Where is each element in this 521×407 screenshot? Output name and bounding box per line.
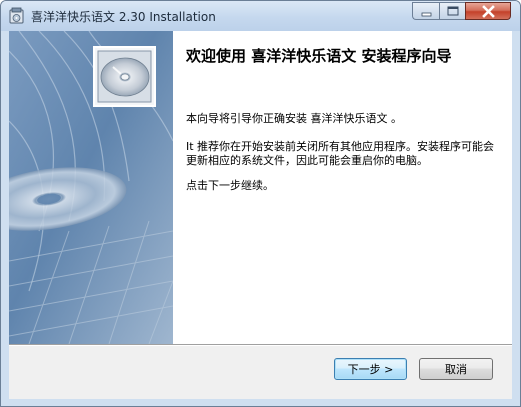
continue-instruction: 点击下一步继续。: [186, 179, 274, 192]
welcome-heading: 欢迎使用 喜洋洋快乐语文 安装程序向导: [186, 47, 452, 65]
minimize-button[interactable]: [412, 2, 439, 20]
cancel-button[interactable]: 取消: [419, 358, 493, 380]
minimize-icon: [421, 12, 432, 17]
dialog-client-area: 欢迎使用 喜洋洋快乐语文 安装程序向导 本向导将引导你正确安装 喜洋洋快乐语文 …: [9, 31, 512, 399]
close-icon: [482, 5, 495, 18]
next-button[interactable]: 下一步 >: [334, 358, 407, 380]
welcome-panel: 欢迎使用 喜洋洋快乐语文 安装程序向导 本向导将引导你正确安装 喜洋洋快乐语文 …: [173, 31, 512, 344]
title-bar[interactable]: 喜洋洋快乐语文 2.30 Installation: [1, 1, 520, 31]
window-title: 喜洋洋快乐语文 2.30 Installation: [31, 10, 216, 24]
maximize-icon: [447, 6, 459, 16]
sidebar-banner-image: [9, 31, 173, 344]
separator-line: [9, 344, 512, 346]
installer-icon: [9, 7, 24, 24]
cd-disc-icon: [100, 57, 150, 97]
intro-text: 本向导将引导你正确安装 喜洋洋快乐语文 。: [186, 112, 402, 125]
close-apps-notice: It 推荐你在开始安装前关闭所有其他应用程序。安装程序可能会更新相应的系统文件，…: [186, 140, 495, 167]
close-button[interactable]: [465, 2, 511, 20]
maximize-button[interactable]: [439, 2, 465, 20]
installer-window: 喜洋洋快乐语文 2.30 Installation 欢迎使用 喜洋洋快乐语文 安…: [0, 0, 521, 407]
